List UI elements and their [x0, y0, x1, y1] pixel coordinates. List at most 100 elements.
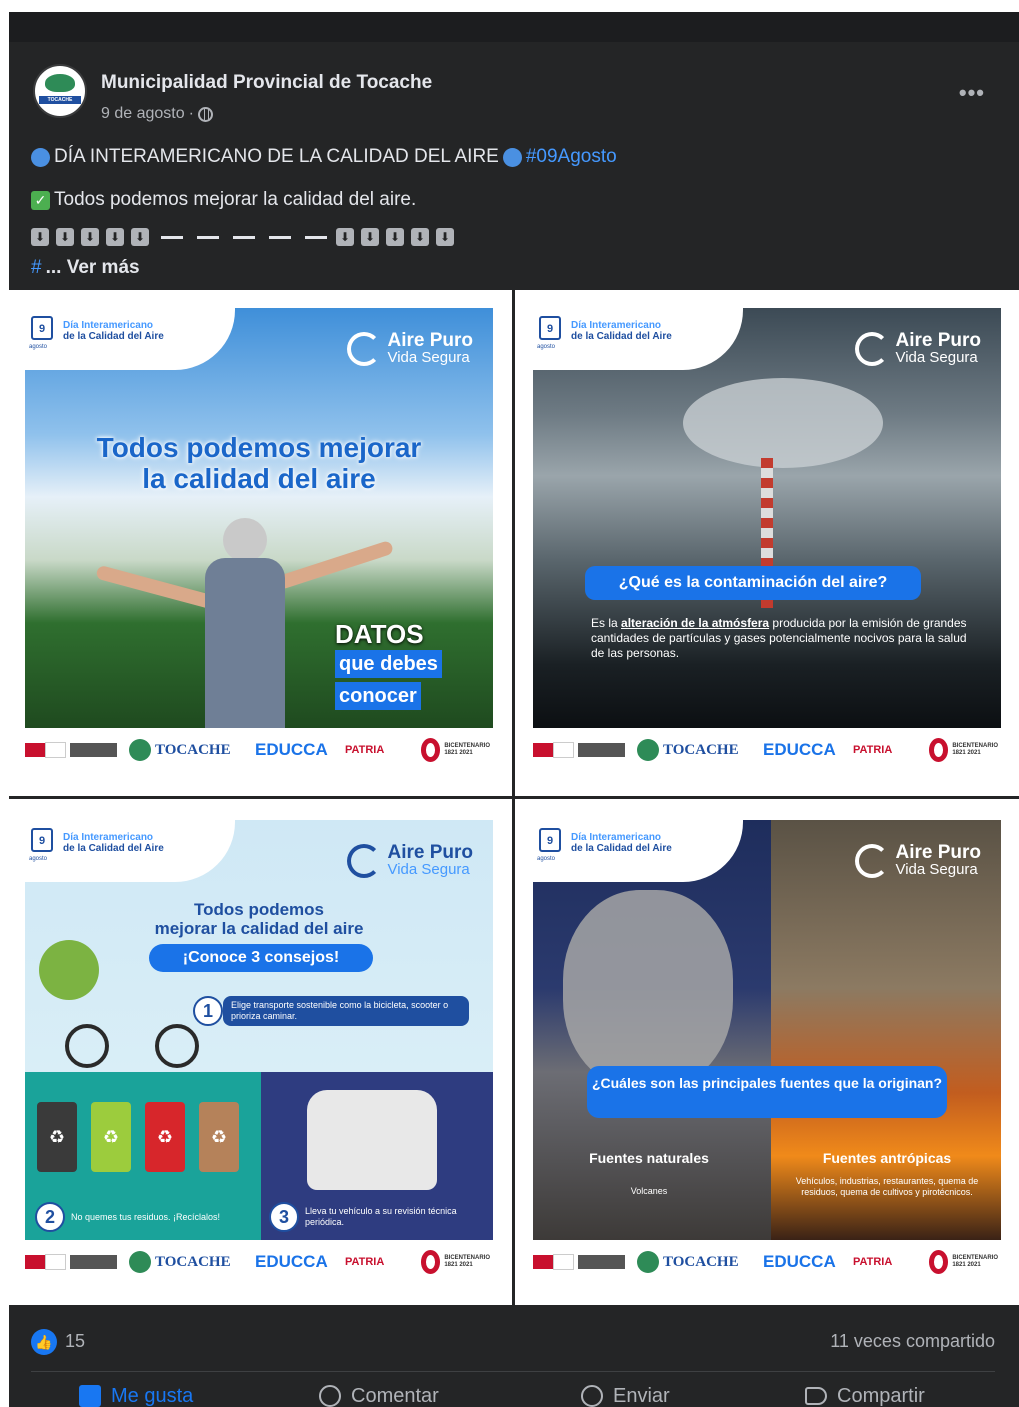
post-meta: 9 de agosto · — [101, 105, 213, 123]
tile-photo: 9 agosto Día Interamericano de la Calida… — [25, 820, 493, 1240]
sponsor-logos: TOCACHE EDUCCA PATRIA BICENTENARIO 1821 … — [25, 734, 493, 774]
tip-2: 2 No quemes tus residuos. ¡Recíclalos! — [35, 1202, 241, 1232]
sources-question-pill: ¿Cuáles son las principales fuentes que … — [587, 1066, 947, 1118]
tocache-logo: TOCACHE — [129, 734, 245, 766]
recycle-icon: ♻ — [91, 1102, 131, 1172]
car-illustration — [307, 1090, 437, 1190]
page-name-link[interactable]: Municipalidad Provincial de Tocache — [101, 72, 432, 94]
footer-divider — [31, 1371, 995, 1372]
peru-gov-logo — [25, 734, 117, 766]
event-title: Día Interamericano de la Calidad del Air… — [571, 320, 672, 342]
educca-logo: EDUCCA — [763, 740, 836, 759]
patria-logo: PATRIA — [853, 1256, 893, 1268]
peru-gov-logo — [533, 734, 625, 766]
calendar-icon: 9 — [539, 828, 561, 852]
hashtag-link[interactable]: #09Agosto — [526, 146, 617, 168]
calendar-month: agosto — [537, 856, 556, 862]
whatsapp-icon — [581, 1385, 603, 1407]
tile-headline: Todos podemos mejorar la calidad del air… — [96, 432, 422, 494]
event-title: Día Interamericano de la Calidad del Air… — [63, 832, 164, 854]
sponsor-logos: TOCACHE EDUCCA PATRIA BICENTENARIO 1821 … — [533, 1246, 1001, 1286]
share-button[interactable]: Compartir — [805, 1381, 925, 1407]
definition-text: Es la alteración de la atmósfera produci… — [591, 616, 967, 660]
bicentenario-logo: BICENTENARIO 1821 2021 — [421, 1246, 495, 1278]
smoke-image — [683, 378, 883, 468]
reaction-count[interactable]: 15 — [65, 1331, 85, 1352]
recycle-icon: ♻ — [199, 1102, 239, 1172]
down-arrow-emoji-icon: ⬇ — [436, 228, 454, 246]
tile-badge-cloud: 9 agosto Día Interamericano de la Calida… — [533, 308, 743, 370]
public-globe-icon[interactable] — [197, 106, 213, 122]
tocache-logo: TOCACHE — [637, 734, 753, 766]
calendar-month: agosto — [29, 344, 48, 350]
datos-callout: DATOS que debes conocer — [335, 620, 442, 712]
aire-puro-logo: Aire Puro Vida Segura — [347, 324, 473, 374]
recycle-icon: ♻ — [37, 1102, 77, 1172]
check-emoji-icon: ✓ — [31, 190, 50, 210]
dash-divider — [161, 235, 183, 239]
see-more-link[interactable]: ... Ver más — [46, 257, 140, 279]
share-count[interactable]: 11 veces compartido — [830, 1331, 995, 1352]
tips-pill: ¡Conoce 3 consejos! — [149, 944, 373, 972]
calendar-icon: 9 — [31, 828, 53, 852]
recycling-bins-panel: ♻ ♻ ♻ ♻ 2 No quemes tus residuos. ¡Recíc… — [25, 1072, 261, 1240]
globe-emoji-icon — [31, 147, 50, 167]
page-avatar[interactable]: TOCACHE — [33, 64, 87, 118]
sponsor-logos: TOCACHE EDUCCA PATRIA BICENTENARIO 1821 … — [533, 734, 1001, 774]
down-arrow-emoji-icon: ⬇ — [361, 228, 379, 246]
down-arrow-emoji-icon: ⬇ — [131, 228, 149, 246]
like-button[interactable]: Me gusta — [79, 1381, 193, 1407]
event-title: Día Interamericano de la Calidad del Air… — [571, 832, 672, 854]
wind-swirl-icon — [347, 332, 382, 366]
more-options-button[interactable]: ••• — [959, 80, 985, 106]
comment-bubble-icon — [319, 1385, 341, 1407]
calendar-month: agosto — [537, 344, 556, 350]
date-separator: · — [188, 105, 194, 122]
image-tile-1[interactable]: 9 agosto Día Interamericano de la Calida… — [9, 290, 505, 790]
image-tile-4[interactable]: 9 agosto Día Interamericano de la Calida… — [517, 802, 1013, 1302]
dash-divider — [233, 235, 255, 239]
educca-logo: EDUCCA — [255, 740, 328, 759]
patria-logo: PATRIA — [345, 1256, 385, 1268]
bicentenario-logo: BICENTENARIO 1821 2021 — [929, 734, 1003, 766]
send-button[interactable]: Enviar — [581, 1381, 670, 1407]
post-date[interactable]: 9 de agosto — [101, 105, 185, 123]
tile-badge-cloud: 9 agosto Día Interamericano de la Calida… — [25, 820, 235, 882]
post-title-text: DÍA INTERAMERICANO DE LA CALIDAD DEL AIR… — [54, 146, 499, 167]
hashtag-link[interactable]: # — [31, 257, 42, 279]
tree-illustration — [39, 940, 99, 1000]
like-reaction-icon[interactable]: 👍 — [31, 1329, 57, 1355]
down-arrow-emoji-icon: ⬇ — [81, 228, 99, 246]
dash-divider — [305, 235, 327, 239]
question-pill: ¿Qué es la contaminación del aire? — [585, 566, 921, 600]
post-text-line-2: ✓ Todos podemos mejorar la calidad del a… — [31, 189, 416, 211]
thumbs-up-icon — [79, 1385, 101, 1407]
natural-sources-text: Volcanes — [630, 1186, 668, 1196]
grid-divider — [9, 796, 1019, 799]
down-arrow-emoji-icon: ⬇ — [31, 228, 49, 246]
tile-photo: 9 agosto Día Interamericano de la Calida… — [25, 308, 493, 728]
avatar-emblem-icon — [45, 74, 75, 92]
tip-3: 3 Lleva tu vehículo a su revisión técnic… — [269, 1202, 475, 1232]
image-tile-3[interactable]: 9 agosto Día Interamericano de la Calida… — [9, 802, 505, 1302]
tile-badge-cloud: 9 agosto Día Interamericano de la Calida… — [533, 820, 743, 882]
event-title: Día Interamericano de la Calidad del Air… — [63, 320, 164, 342]
person-arms-open-image — [95, 518, 395, 728]
calendar-icon: 9 — [539, 316, 561, 340]
avatar-label: TOCACHE — [39, 96, 81, 104]
tocache-logo: TOCACHE — [637, 1246, 753, 1278]
tile-photo: 9 agosto Día Interamericano de la Calida… — [533, 820, 1001, 1240]
educca-logo: EDUCCA — [255, 1252, 328, 1271]
tile-badge-cloud: 9 agosto Día Interamericano de la Calida… — [25, 308, 235, 370]
image-tile-2[interactable]: 9 agosto Día Interamericano de la Calida… — [517, 290, 1013, 790]
peru-gov-logo — [533, 1246, 625, 1278]
sponsor-logos: TOCACHE EDUCCA PATRIA BICENTENARIO 1821 … — [25, 1246, 493, 1286]
wind-swirl-icon — [855, 332, 890, 366]
post-text-line-1: DÍA INTERAMERICANO DE LA CALIDAD DEL AIR… — [31, 146, 617, 168]
send-label: Enviar — [613, 1384, 670, 1407]
patria-logo: PATRIA — [345, 744, 385, 756]
tocache-logo: TOCACHE — [129, 1246, 245, 1278]
share-label: Compartir — [837, 1384, 925, 1407]
calendar-icon: 9 — [31, 316, 53, 340]
comment-button[interactable]: Comentar — [319, 1381, 439, 1407]
